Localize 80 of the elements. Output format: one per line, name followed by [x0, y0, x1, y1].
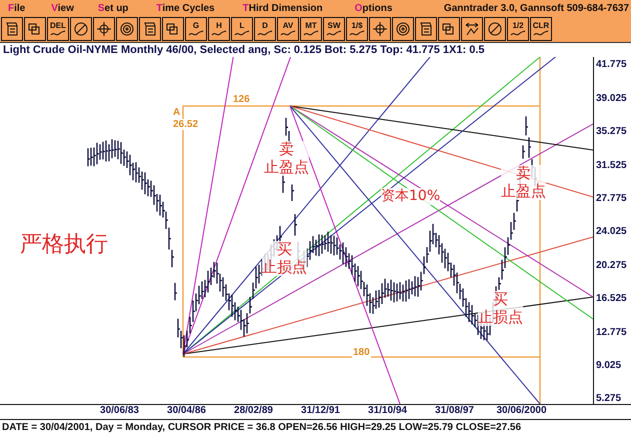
- circle-icon: [487, 21, 503, 38]
- menu-item[interactable]: Set up: [98, 2, 128, 14]
- crosshair-icon: [372, 21, 388, 38]
- toolbar-button[interactable]: H: [208, 17, 230, 42]
- document-icon: [418, 21, 434, 38]
- toolbar-button[interactable]: MT: [300, 17, 322, 42]
- menu-item[interactable]: File: [8, 2, 26, 14]
- date-label: 31/10/94: [367, 405, 408, 418]
- price-label: 41.775: [596, 59, 628, 70]
- wave-icon: [257, 30, 273, 37]
- price-label: 5.275: [596, 393, 622, 404]
- toolbar-button[interactable]: [484, 17, 506, 42]
- wave-icon: [280, 30, 296, 37]
- wave-icon: [326, 30, 342, 37]
- date-label: 28/02/89: [233, 405, 274, 418]
- price-label: 12.775: [596, 326, 628, 338]
- toolbar-button[interactable]: 1/$: [346, 17, 368, 42]
- wave-icon: [303, 30, 319, 37]
- annotation-text: 卖 止盈点: [501, 165, 546, 200]
- wave-icon: [50, 30, 66, 37]
- toolbar-button[interactable]: [438, 17, 460, 42]
- annotation-text: 买 止损点: [262, 241, 307, 276]
- toolbar-button[interactable]: [392, 17, 414, 42]
- annotation-text: 卖 止盈点: [264, 141, 309, 176]
- toolbar-button[interactable]: [162, 17, 184, 42]
- wave-icon: [234, 30, 250, 37]
- wave-icon: [188, 30, 204, 37]
- toolbar-button[interactable]: D: [254, 17, 276, 42]
- annotation-text: 资本10%: [381, 188, 440, 205]
- toolbar-button[interactable]: [369, 17, 391, 42]
- circle-icon: [73, 21, 89, 38]
- date-label: 30/04/86: [166, 405, 207, 418]
- date-label: 31/08/97: [434, 405, 475, 418]
- arrows-icon: [464, 21, 480, 38]
- toolbar-button[interactable]: G: [185, 17, 207, 42]
- toolbar-button[interactable]: 1/2: [507, 17, 529, 42]
- toolbar-button[interactable]: CLR: [530, 17, 552, 42]
- document-icon: [142, 21, 158, 38]
- wave-icon: [349, 30, 365, 37]
- price-label: 39.025: [596, 92, 628, 104]
- menu-item[interactable]: THird Dimension: [242, 2, 323, 14]
- target-icon: [119, 21, 135, 38]
- toolbar-button[interactable]: [139, 17, 161, 42]
- date-label: 30/06/83: [99, 405, 140, 418]
- toolbar-button[interactable]: [24, 17, 46, 42]
- toolbar-button[interactable]: [415, 17, 437, 42]
- target-icon: [395, 21, 411, 38]
- price-label: 16.525: [596, 293, 628, 304]
- wave-icon: [533, 30, 549, 37]
- toolbar-button[interactable]: [1, 17, 23, 42]
- annotation-text: 买 止损点: [478, 291, 523, 326]
- toolbar-button[interactable]: SW: [323, 17, 345, 42]
- price-label: 27.775: [596, 193, 628, 204]
- status-bar: DATE = 30/04/2001, Day = Monday, CURSOR PRICE = 36.8 OPEN=26.56 HIGH=29.25 LOW=25.79 CLOSE=27.56: [0, 418, 631, 435]
- toolbar-button[interactable]: L: [231, 17, 253, 42]
- menu-item[interactable]: View: [51, 2, 74, 14]
- price-label: 20.275: [596, 260, 628, 271]
- guide-label: 126: [232, 94, 251, 106]
- toolbar-button[interactable]: [461, 17, 483, 42]
- wave-icon: [510, 30, 526, 37]
- date-label: 30/06/2000: [495, 405, 548, 418]
- toolbar-button[interactable]: [93, 17, 115, 42]
- price-label: 31.525: [596, 160, 628, 171]
- toolbar-button[interactable]: DEL: [47, 17, 69, 42]
- toolbar-button[interactable]: AV: [277, 17, 299, 42]
- price-label: 9.025: [596, 360, 622, 371]
- crosshair-icon: [96, 21, 112, 38]
- document-icon: [4, 21, 20, 38]
- wave-icon: [211, 30, 227, 37]
- date-label: 31/12/91: [300, 405, 341, 418]
- toolbar-button[interactable]: [70, 17, 92, 42]
- price-label: 35.275: [596, 126, 628, 138]
- menu-item[interactable]: Time Cycles: [156, 2, 215, 14]
- price-label: 24.025: [596, 226, 628, 238]
- toolbar-button[interactable]: [116, 17, 138, 42]
- app-info: Ganntrader 3.0, Gannsoft 509-684-7637: [444, 2, 630, 14]
- chart-title: Light Crude Oil-NYME Monthly 46/00, Selected ang, Sc: 0.125 Bot: 5.275 Top: 41.775 1X1: 0.5: [2, 43, 486, 58]
- menu-item[interactable]: Options: [354, 2, 392, 14]
- guide-label: 180: [352, 347, 371, 358]
- guide-label: 26.52: [172, 119, 200, 130]
